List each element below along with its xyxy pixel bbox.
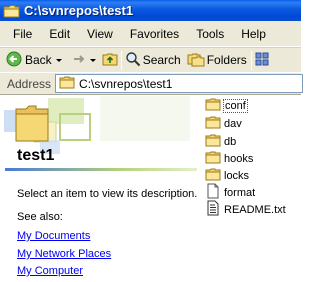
list-item[interactable]: hooks <box>205 150 254 167</box>
folders-icon <box>187 51 205 70</box>
forward-dropdown-icon[interactable] <box>89 58 96 62</box>
list-item[interactable]: conf <box>205 97 248 114</box>
search-label: Search <box>142 53 181 67</box>
menu-tools[interactable]: Tools <box>187 27 232 41</box>
views-icon <box>255 52 269 69</box>
file-name: db <box>224 135 237 148</box>
forward-arrow-icon <box>72 52 86 69</box>
list-item[interactable]: README.txt <box>205 200 287 219</box>
toolbar-separator <box>120 50 122 70</box>
list-item[interactable]: db <box>205 133 237 150</box>
menu-bar: File Edit View Favorites Tools Help <box>0 21 301 47</box>
toolbar-separator <box>250 50 252 70</box>
divider <box>5 168 197 171</box>
text-file-icon <box>205 200 221 219</box>
menu-favorites[interactable]: Favorites <box>121 27 187 41</box>
back-arrow-icon <box>6 51 22 70</box>
back-label: Back <box>25 53 52 67</box>
address-value: C:\svnrepos\test1 <box>79 76 173 91</box>
folder-icon <box>15 105 49 142</box>
description-text: Select an item to view its description. <box>17 188 198 200</box>
link-my-network-places[interactable]: My Network Places <box>17 248 111 260</box>
title-bar[interactable]: C:\svnrepos\test1 <box>0 0 301 21</box>
file-name: locks <box>224 169 250 182</box>
views-button[interactable] <box>255 49 269 71</box>
forward-button[interactable] <box>72 49 96 71</box>
file-name: README.txt <box>224 203 286 216</box>
up-folder-button[interactable] <box>102 49 118 71</box>
folders-button[interactable]: Folders <box>187 49 247 71</box>
folder-icon <box>59 76 75 92</box>
file-name: hooks <box>224 152 254 165</box>
folder-icon <box>205 97 221 114</box>
menu-help[interactable]: Help <box>232 27 274 41</box>
link-my-documents[interactable]: My Documents <box>17 230 90 242</box>
menu-edit[interactable]: Edit <box>40 27 78 41</box>
folder-icon <box>205 167 221 184</box>
address-label: Address <box>7 76 52 91</box>
folder-icon <box>205 133 221 150</box>
folder-icon <box>205 150 221 167</box>
back-dropdown-icon[interactable] <box>55 58 62 62</box>
search-icon <box>125 51 141 70</box>
folder-icon <box>3 4 20 18</box>
content-area: test1 Select an item to view its descrip… <box>0 96 301 282</box>
window-title: C:\svnrepos\test1 <box>24 3 134 18</box>
address-input[interactable]: C:\svnrepos\test1 <box>55 74 303 93</box>
address-bar: Address C:\svnrepos\test1 <box>0 72 303 95</box>
folder-title: test1 <box>17 147 55 164</box>
back-button[interactable]: Back <box>6 49 62 71</box>
list-item[interactable]: format <box>205 183 256 201</box>
toolbar: Back Search Folders <box>0 47 301 72</box>
list-item[interactable]: locks <box>205 167 250 184</box>
file-name: format <box>224 186 256 199</box>
see-also-heading: See also: <box>17 211 63 223</box>
file-name: dav <box>224 117 242 130</box>
link-my-computer[interactable]: My Computer <box>17 265 83 277</box>
folder-icon <box>205 115 221 132</box>
folders-label: Folders <box>206 53 247 67</box>
menu-view[interactable]: View <box>78 27 121 41</box>
menu-file[interactable]: File <box>4 27 40 41</box>
search-button[interactable]: Search <box>125 49 181 71</box>
list-item[interactable]: dav <box>205 115 243 132</box>
up-folder-icon <box>102 52 118 69</box>
file-name: conf <box>223 98 248 113</box>
